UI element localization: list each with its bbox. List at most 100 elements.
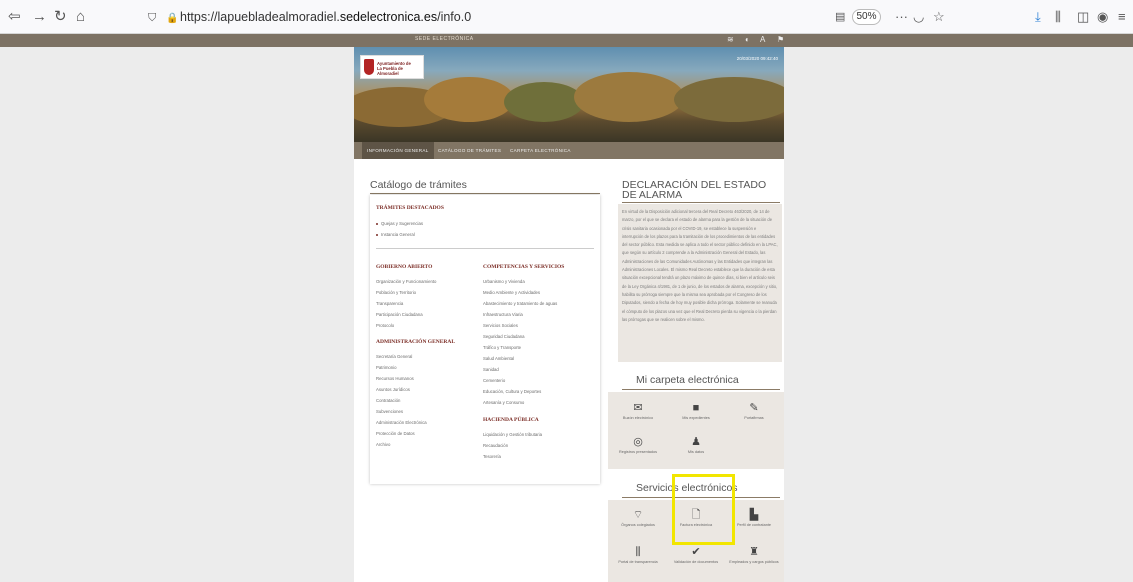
address-bar[interactable]: https://lapuebladealmoradiel.sedelectron… xyxy=(180,7,880,27)
logo-text: Ayuntamiento de La Puebla de Almoradiel xyxy=(377,61,411,76)
tab-carpeta-electronica[interactable]: CARPETA ELECTRÓNICA xyxy=(510,147,571,154)
admin-item[interactable]: Subvenciones xyxy=(376,409,403,415)
gobierno-item[interactable]: Población y Territorio xyxy=(376,290,416,296)
admin-item[interactable]: Recursos Humanos xyxy=(376,376,414,382)
competencias-item[interactable]: Medio Ambiente y Actividades xyxy=(483,290,540,296)
alarm-title: DECLARACIÓN DEL ESTADO DE ALARMA xyxy=(622,179,767,201)
back-icon[interactable]: ⇦ xyxy=(8,8,21,26)
envelope-icon: ✉ xyxy=(633,402,643,414)
registry-icon: ◎ xyxy=(633,436,643,448)
competencias-item[interactable]: Seguridad Ciudadana xyxy=(483,334,525,340)
competencias-item[interactable]: Tráfico y Transporte xyxy=(483,345,521,351)
hacienda-item[interactable]: Recaudación xyxy=(483,443,508,449)
alarm-notice: En virtud de la Disposición adicional te… xyxy=(618,204,782,362)
flag-icon[interactable]: ⚑ xyxy=(777,35,784,45)
destacados-heading: TRÁMITES DESTACADOS xyxy=(376,205,444,211)
zoom-indicator[interactable]: 50% xyxy=(852,9,881,25)
divider xyxy=(622,389,780,390)
admin-item[interactable]: Asuntos Jurídicos xyxy=(376,387,410,393)
admin-item[interactable]: Administración Electrónica xyxy=(376,420,427,426)
text-size-icon[interactable]: A xyxy=(760,35,765,45)
hacienda-item[interactable]: Liquidación y Gestión tributaria xyxy=(483,432,542,438)
timestamp: 20/03/2020 09:42:40 xyxy=(736,56,778,61)
pocket-icon[interactable]: ◡ xyxy=(913,8,924,26)
carpeta-expedientes[interactable]: ■ Mis expedientes xyxy=(671,402,721,421)
page-actions-button[interactable]: ··· xyxy=(895,8,908,26)
account-icon[interactable]: ◉ xyxy=(1097,8,1108,26)
lock-icon: 🔒 xyxy=(166,13,179,24)
coat-of-arms-icon xyxy=(364,59,374,75)
gobierno-item[interactable]: Organización y Funcionamiento xyxy=(376,279,436,285)
person-group-icon: ♜ xyxy=(749,546,759,558)
hacienda-heading: HACIENDA PÚBLICA xyxy=(483,417,539,423)
wifi-icon[interactable]: ≋ xyxy=(727,35,734,45)
competencias-heading: COMPETENCIAS Y SERVICIOS xyxy=(483,264,565,270)
servicio-organos-colegiados[interactable]: ⌔ Órganos colegiados xyxy=(613,509,663,528)
divider xyxy=(376,248,594,249)
competencias-item[interactable]: Urbanismo y Vivienda xyxy=(483,279,525,285)
sede-top-bar: SEDE ELECTRÓNICA ≋ ◐ A ⚑ xyxy=(0,34,1133,47)
competencias-item[interactable]: Cementerio xyxy=(483,378,505,384)
folder-icon: ■ xyxy=(692,402,700,414)
competencias-item[interactable]: Educación, Cultura y Deportes xyxy=(483,389,541,395)
sidebar-icon[interactable]: ◫ xyxy=(1077,8,1089,26)
download-icon[interactable]: ⤓ xyxy=(1035,8,1041,26)
competencias-item[interactable]: Artesanía y Consumo xyxy=(483,400,524,406)
tab-informacion-general[interactable]: INFORMACIÓN GENERAL xyxy=(362,142,434,159)
carpeta-mis-datos[interactable]: ♟ Mis datos xyxy=(671,436,721,455)
pen-icon: ✎ xyxy=(749,402,759,414)
sede-label: SEDE ELECTRÓNICA xyxy=(415,36,474,42)
divider xyxy=(370,193,600,194)
alarm-text: En virtud de la Disposición adicional te… xyxy=(622,209,778,322)
reader-view-icon[interactable]: ▤ xyxy=(835,8,845,26)
destacado-item[interactable]: Instancia General xyxy=(376,232,415,238)
catalog-card: TRÁMITES DESTACADOS Quejas y Sugerencias… xyxy=(370,195,600,484)
gobierno-heading: GOBIERNO ABIERTO xyxy=(376,264,433,270)
competencias-item[interactable]: Salud Ambiental xyxy=(483,356,514,362)
admin-item[interactable]: Contratación xyxy=(376,398,400,404)
url-suffix: /info.0 xyxy=(437,10,472,24)
admin-item[interactable]: Archivo xyxy=(376,442,390,448)
carpeta-portafirmas[interactable]: ✎ Portafirmas xyxy=(729,402,779,421)
check-icon: ✔ xyxy=(691,546,701,558)
carpeta-grid: ✉ Buzón electrónico ■ Mis expedientes ✎ Por… xyxy=(608,392,784,469)
url-host: sedelectronica.es xyxy=(339,10,438,24)
admin-item[interactable]: Protección de Datos xyxy=(376,431,415,437)
destacado-item[interactable]: Quejas y Sugerencias xyxy=(376,221,423,227)
carpeta-buzon[interactable]: ✉ Buzón electrónico xyxy=(613,402,663,421)
browser-toolbar: ⇦ → ↻ ⌂ ⛉ 🔒 https://lapuebladealmoradiel… xyxy=(0,0,1133,34)
home-icon[interactable]: ⌂ xyxy=(76,8,85,26)
town-logo[interactable]: Ayuntamiento de La Puebla de Almoradiel xyxy=(360,55,424,79)
tab-catalogo-tramites[interactable]: CATÁLOGO DE TRÁMITES xyxy=(438,147,501,154)
competencias-item[interactable]: Sanidad xyxy=(483,367,499,373)
shield-icon[interactable]: ⛉ xyxy=(148,9,156,27)
competencias-item[interactable]: Abastecimiento y tratamiento de aguas xyxy=(483,301,557,307)
menu-icon[interactable]: ≡ xyxy=(1118,8,1126,26)
forward-icon[interactable]: → xyxy=(32,8,47,26)
admin-item[interactable]: Secretaría General xyxy=(376,354,412,360)
servicio-empleados-cargos[interactable]: ♜ Empleados y cargos públicos xyxy=(729,546,779,565)
hacienda-item[interactable]: Tesorería xyxy=(483,454,501,460)
bookmark-star-icon[interactable]: ☆ xyxy=(933,8,945,26)
divider xyxy=(622,202,780,203)
servicio-portal-transparencia[interactable]: ⫼ Portal de transparencia xyxy=(613,546,663,565)
servicio-validacion-documentos[interactable]: ✔ Validación de documentos xyxy=(671,546,721,565)
gobierno-item[interactable]: Participación Ciudadana xyxy=(376,312,423,318)
carpeta-registros[interactable]: ◎ Registros presentados xyxy=(613,436,663,455)
catalog-title: Catálogo de trámites xyxy=(370,179,467,191)
gobierno-item[interactable]: Transparencia xyxy=(376,301,403,307)
user-icon: ♟ xyxy=(691,436,701,448)
reload-icon[interactable]: ↻ xyxy=(54,8,67,26)
library-icon[interactable]: ⫼ xyxy=(1055,8,1061,26)
banner-image: Ayuntamiento de La Puebla de Almoradiel 2… xyxy=(354,47,784,142)
competencias-item[interactable]: Infraestructura Viaria xyxy=(483,312,523,318)
stamp-icon: ▙ xyxy=(749,509,759,521)
wifi-icon: ⌔ xyxy=(632,509,644,521)
admin-item[interactable]: Patrimonio xyxy=(376,365,397,371)
contrast-icon[interactable]: ◐ xyxy=(745,35,750,45)
gobierno-item[interactable]: Protocolo xyxy=(376,323,394,329)
servicio-perfil-contratante[interactable]: ▙ Perfil de contratante xyxy=(729,509,779,528)
columns-icon: ⫼ xyxy=(635,546,641,558)
highlight-box xyxy=(672,474,735,545)
competencias-item[interactable]: Servicios Sociales xyxy=(483,323,518,329)
